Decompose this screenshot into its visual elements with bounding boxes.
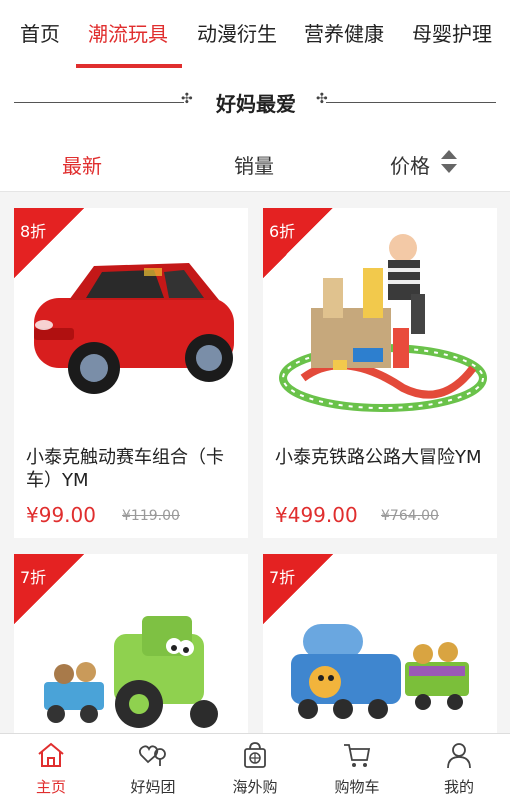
tab-nutrition[interactable]: 营养健康 bbox=[304, 18, 384, 47]
category-tabs: 首页 潮流玩具 动漫衍生 营养健康 母婴护理 bbox=[0, 0, 510, 72]
sort-sales[interactable]: 销量 bbox=[234, 150, 274, 179]
sort-arrows-icon[interactable] bbox=[440, 148, 458, 178]
discount-badge: 6折 bbox=[263, 208, 333, 278]
nav-label: 主页 bbox=[35, 778, 66, 796]
product-card[interactable]: 6折 小泰克铁路公路大冒险YM ¥499.00 ¥764.00 bbox=[263, 208, 497, 538]
section-title: 好妈最爱 bbox=[216, 92, 296, 116]
nav-home[interactable]: 主页 bbox=[0, 734, 102, 800]
nav-cart[interactable]: 购物车 bbox=[306, 734, 408, 800]
discount-badge: 7折 bbox=[263, 554, 333, 624]
ornament-right-icon: ✣ bbox=[316, 91, 328, 107]
product-card[interactable]: 7折 bbox=[263, 554, 497, 733]
nav-group-buy[interactable]: 好妈团 bbox=[102, 734, 204, 800]
discount-badge: 7折 bbox=[14, 554, 84, 624]
nav-label: 好妈团 bbox=[130, 778, 176, 796]
hearts-icon bbox=[138, 745, 166, 766]
nav-overseas[interactable]: 海外购 bbox=[204, 734, 306, 800]
product-price: ¥99.00 bbox=[26, 503, 96, 527]
divider-right bbox=[326, 102, 496, 103]
active-tab-indicator bbox=[76, 64, 182, 68]
product-card[interactable]: 8折 小泰克触动赛车组合（卡车）YM ¥99.00 ¥119.00 bbox=[14, 208, 248, 538]
divider-left bbox=[14, 102, 184, 103]
tab-maternal-care[interactable]: 母婴护理 bbox=[412, 18, 492, 47]
sort-bar: 最新 销量 价格 bbox=[0, 134, 510, 192]
bottom-nav: 主页 好妈团 海外购 购物车 我的 bbox=[0, 733, 510, 800]
nav-label: 海外购 bbox=[232, 778, 278, 796]
user-icon bbox=[447, 743, 471, 769]
product-original-price: ¥119.00 bbox=[122, 508, 180, 524]
nav-profile[interactable]: 我的 bbox=[408, 734, 510, 800]
product-original-price: ¥764.00 bbox=[381, 508, 439, 524]
product-price: ¥499.00 bbox=[275, 503, 358, 527]
nav-label: 我的 bbox=[443, 778, 474, 796]
tab-anime[interactable]: 动漫衍生 bbox=[197, 18, 277, 47]
tab-trendy-toys[interactable]: 潮流玩具 bbox=[88, 18, 168, 47]
shopping-bag-globe-icon bbox=[244, 742, 266, 768]
nav-label: 购物车 bbox=[334, 778, 380, 796]
cart-icon bbox=[344, 744, 371, 767]
tab-home[interactable]: 首页 bbox=[20, 18, 60, 47]
home-icon bbox=[38, 742, 64, 767]
product-name[interactable]: 小泰克触动赛车组合（卡车）YM bbox=[26, 446, 240, 492]
product-card[interactable]: 7折 bbox=[14, 554, 248, 733]
section-header: ✣ 好妈最爱 ✣ bbox=[0, 72, 510, 134]
product-name[interactable]: 小泰克铁路公路大冒险YM bbox=[275, 446, 489, 469]
sort-newest[interactable]: 最新 bbox=[62, 150, 102, 179]
ornament-left-icon: ✣ bbox=[181, 91, 193, 107]
discount-badge: 8折 bbox=[14, 208, 84, 278]
sort-price[interactable]: 价格 bbox=[390, 150, 430, 179]
